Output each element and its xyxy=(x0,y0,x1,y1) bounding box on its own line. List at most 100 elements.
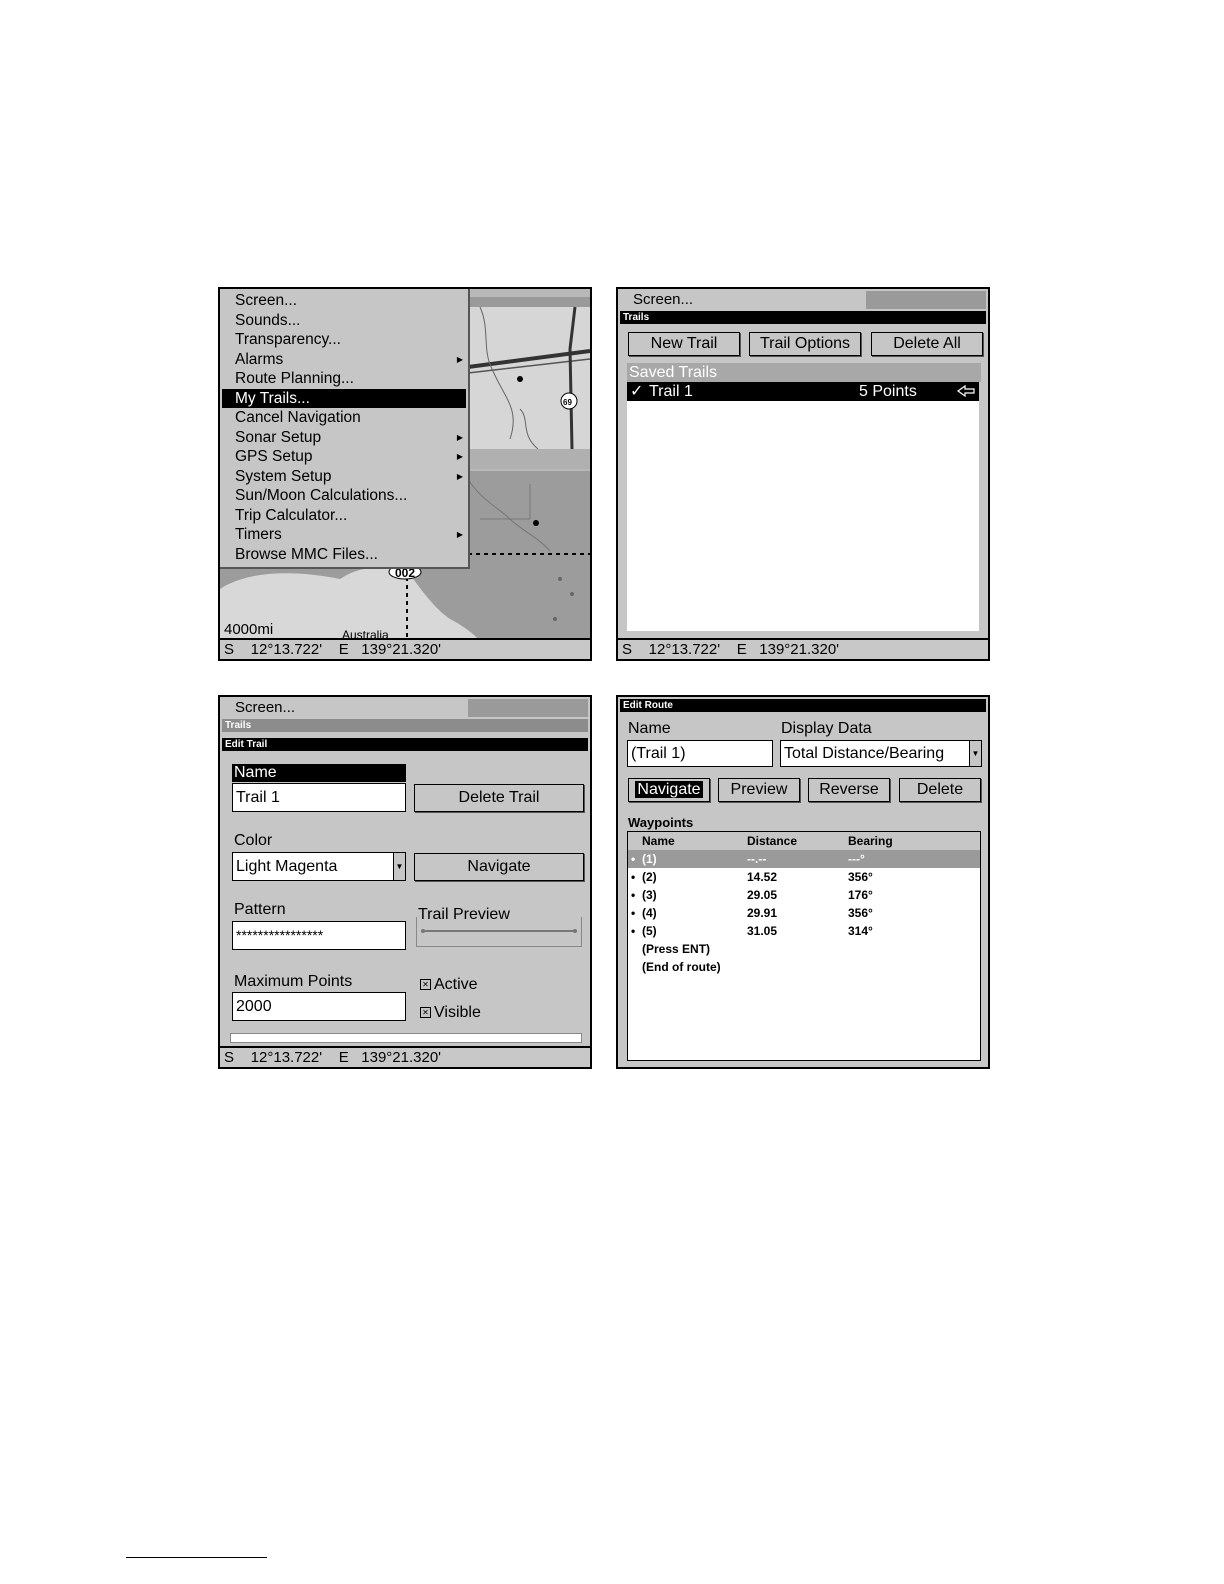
waypoint-row[interactable]: • (1) --.-- ---° xyxy=(628,850,980,868)
menu-item[interactable]: Trip Calculator... xyxy=(222,506,466,525)
active-checkbox[interactable]: ✕ Active xyxy=(420,976,478,994)
route-name-label: Name xyxy=(628,720,671,737)
menu-item[interactable]: Transparency... xyxy=(222,330,466,349)
pattern-field[interactable]: **************** xyxy=(232,921,406,950)
waypoint-bearing: 356° xyxy=(848,870,873,884)
trail-list-area[interactable] xyxy=(627,401,979,631)
main-menu: Screen... Sounds... Transparency... Alarms ▶… xyxy=(220,289,470,569)
preview-button[interactable]: Preview xyxy=(718,778,800,802)
active-check-icon: ✕ xyxy=(420,979,431,990)
trail-options-button[interactable]: Trail Options xyxy=(749,332,861,356)
waypoint-bearing: 356° xyxy=(848,906,873,920)
pattern-label: Pattern xyxy=(234,901,286,918)
trail-list-item[interactable]: ✓ Trail 1 5 Points xyxy=(627,382,979,401)
color-value: Light Magenta xyxy=(236,858,338,875)
waypoint-name: (3) xyxy=(642,888,657,902)
menu-item[interactable]: GPS Setup ▶ xyxy=(222,447,466,466)
waypoint-name: (4) xyxy=(642,906,657,920)
position-status: S 12°13.722' E 139°21.320' xyxy=(220,1046,590,1067)
trails-dialog-title: Trails xyxy=(620,311,986,324)
menu-item-label: Browse MMC Files... xyxy=(235,545,378,563)
trail-arrow-icon xyxy=(957,385,975,397)
waypoint-distance: 31.05 xyxy=(747,924,778,938)
menu-item[interactable]: Sonar Setup ▶ xyxy=(222,428,466,447)
edit-trail-panel: Screen... Trails Edit Trail Name Trail 1… xyxy=(218,695,592,1069)
screen-title: Screen... xyxy=(618,291,866,309)
delete-trail-button[interactable]: Delete Trail xyxy=(414,784,584,812)
new-trail-button[interactable]: New Trail xyxy=(628,332,740,356)
trail-name: Trail 1 xyxy=(649,383,693,400)
col-name-header: Name xyxy=(642,834,675,848)
footnote-rule xyxy=(126,1557,267,1558)
menu-item-label: Alarms xyxy=(235,350,284,368)
waypoint-row[interactable]: • (5) 31.05 314° xyxy=(628,922,980,940)
screen-title: Screen... xyxy=(220,699,468,717)
dropdown-arrow-icon[interactable]: ▼ xyxy=(969,741,981,766)
waypoint-footer-text: (Press ENT) xyxy=(642,942,711,956)
route-name-field[interactable]: (Trail 1) xyxy=(627,740,773,767)
col-bearing-header: Bearing xyxy=(848,834,893,848)
menu-item-label: Sounds... xyxy=(235,311,301,329)
edit-route-panel: Edit Route Name (Trail 1) Display Data T… xyxy=(616,695,990,1069)
waypoints-table[interactable]: Name Distance Bearing • (1) --.-- ---° • (2) 1… xyxy=(627,831,981,1061)
color-select[interactable]: Light Magenta ▼ xyxy=(232,852,406,881)
edit-route-title: Edit Route xyxy=(620,699,986,712)
display-data-value: Total Distance/Bearing xyxy=(784,745,945,762)
waypoint-bullet-icon: • xyxy=(631,906,636,920)
name-label: Name xyxy=(232,764,406,782)
navigate-label: Navigate xyxy=(635,781,703,798)
waypoint-footer-row[interactable]: (Press ENT) xyxy=(628,940,980,958)
menu-item-label: Route Planning... xyxy=(235,370,354,387)
waypoint-distance: 29.05 xyxy=(747,888,778,902)
waypoint-distance: 14.52 xyxy=(747,870,778,884)
max-points-label: Maximum Points xyxy=(234,973,353,990)
menu-item[interactable]: Alarms ▶ xyxy=(222,350,466,369)
max-points-field[interactable]: 2000 xyxy=(232,992,406,1021)
map-menu-panel: 002 69 Australia Screen... Sounds... Trans… xyxy=(218,287,592,661)
display-data-select[interactable]: Total Distance/Bearing ▼ xyxy=(780,740,982,767)
waypoint-name: (1) xyxy=(642,852,657,866)
dropdown-arrow-icon[interactable]: ▼ xyxy=(393,853,405,880)
delete-button[interactable]: Delete xyxy=(899,778,981,802)
title-filler xyxy=(468,699,588,717)
menu-item-label: Sun/Moon Calculations... xyxy=(235,487,408,504)
menu-item[interactable]: Cancel Navigation xyxy=(222,408,466,427)
waypoints-table-header: Name Distance Bearing xyxy=(628,832,980,851)
waypoint-bullet-icon: • xyxy=(631,870,636,884)
menu-item-label: Cancel Navigation xyxy=(235,409,361,426)
delete-all-button[interactable]: Delete All xyxy=(871,332,983,356)
navigate-trail-button[interactable]: Navigate xyxy=(414,853,584,881)
waypoint-row[interactable]: • (3) 29.05 176° xyxy=(628,886,980,904)
waypoint-footer-text: (End of route) xyxy=(642,960,721,974)
waypoint-bullet-icon: • xyxy=(631,924,636,938)
submenu-arrow-icon: ▶ xyxy=(456,530,463,539)
color-label: Color xyxy=(234,832,273,849)
menu-item[interactable]: System Setup ▶ xyxy=(222,467,466,486)
saved-trails-header: Saved Trails xyxy=(627,363,981,382)
menu-item[interactable]: Sun/Moon Calculations... xyxy=(222,486,466,505)
menu-item-label: Timers xyxy=(235,526,282,543)
menu-item[interactable]: My Trails... xyxy=(222,388,466,408)
waypoint-row[interactable]: • (4) 29.91 356° xyxy=(628,904,980,922)
submenu-arrow-icon: ▶ xyxy=(456,354,463,364)
menu-item[interactable]: Sounds... xyxy=(222,311,466,330)
visible-checkbox[interactable]: ✕ Visible xyxy=(420,1004,481,1022)
edit-trail-title: Edit Trail xyxy=(222,738,588,751)
navigate-button[interactable]: Navigate xyxy=(628,778,710,802)
trails-title: Trails xyxy=(222,719,588,732)
menu-item[interactable]: Browse MMC Files... xyxy=(222,545,466,564)
waypoint-name: (2) xyxy=(642,870,657,884)
menu-item[interactable]: Screen... xyxy=(222,291,466,310)
menu-item-label: System Setup xyxy=(235,467,332,485)
waypoint-row[interactable]: • (2) 14.52 356° xyxy=(628,868,980,886)
visible-check-icon: ✕ xyxy=(420,1007,431,1018)
trail-name-field[interactable]: Trail 1 xyxy=(232,783,406,812)
position-status: S 12°13.722' E 139°21.320' xyxy=(220,638,590,659)
menu-item-label: Sonar Setup xyxy=(235,428,322,446)
reverse-button[interactable]: Reverse xyxy=(808,778,890,802)
menu-item[interactable]: Timers ▶ xyxy=(222,525,466,544)
menu-item[interactable]: Route Planning... xyxy=(222,369,466,388)
waypoint-footer-row[interactable]: (End of route) xyxy=(628,958,980,976)
menu-item-label: My Trails... xyxy=(235,389,310,407)
trail-points: 5 Points xyxy=(859,383,917,400)
